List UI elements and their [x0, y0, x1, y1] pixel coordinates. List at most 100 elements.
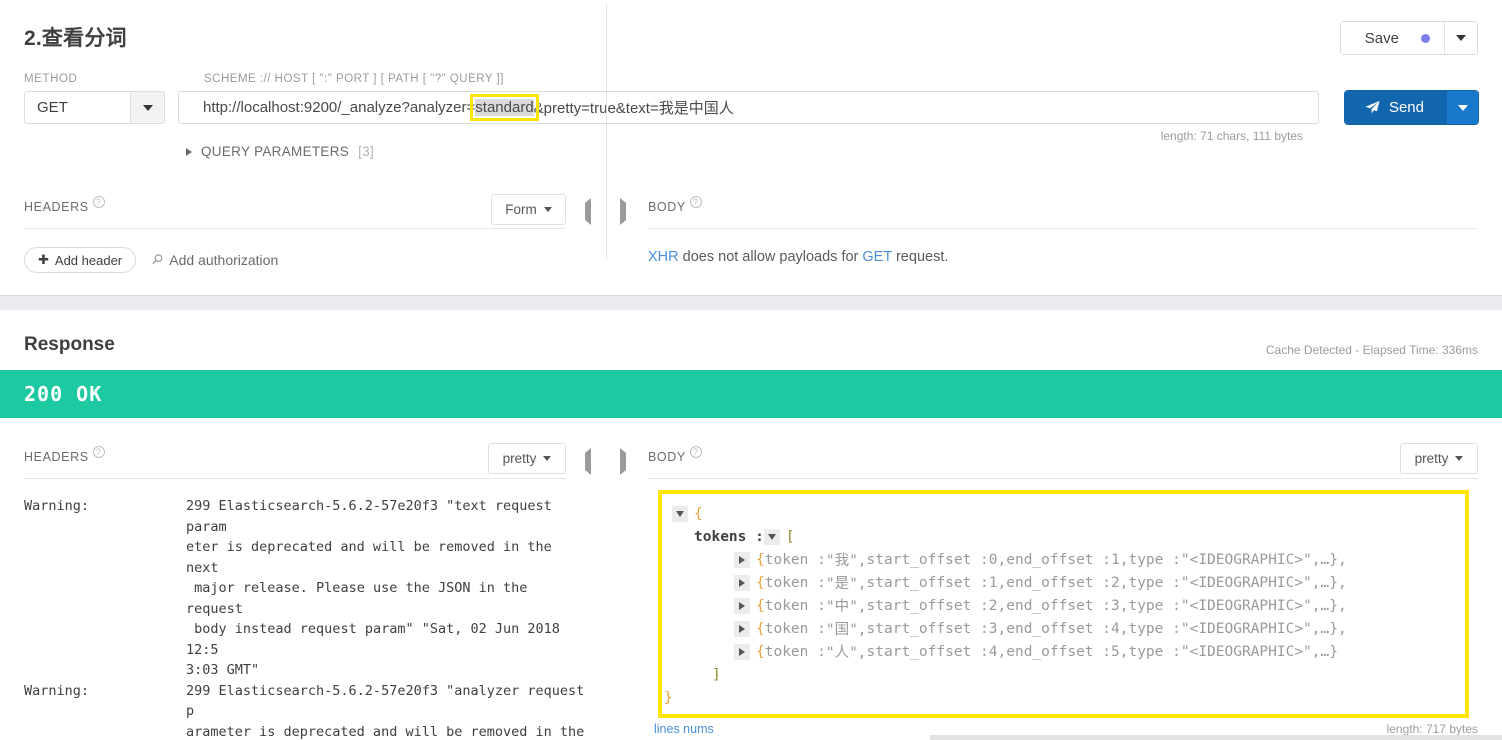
- caret-right-icon: [739, 624, 745, 633]
- status-badge: 200 OK: [24, 382, 103, 406]
- json-object-brace: {: [756, 597, 765, 614]
- table-row: Warning: 299 Elasticsearch-5.6.2-57e20f3 …: [24, 681, 590, 740]
- response-collapse-right-button[interactable]: [620, 448, 626, 475]
- lines-nums-toggle[interactable]: lines nums: [654, 722, 714, 736]
- key-icon: ⚲: [148, 249, 167, 269]
- json-object-brace: {: [756, 620, 765, 637]
- request-panel: 2.查看分词 Save METHOD SCHEME :// HOST [ ":"…: [0, 0, 1502, 296]
- url-text: http://localhost:9200/_analyze?analyzer=…: [179, 94, 734, 121]
- request-body-label: BODY ?: [648, 196, 702, 214]
- url-label: SCHEME :// HOST [ ":" PORT ] [ PATH [ "?…: [204, 73, 504, 85]
- json-close-bracket: ]: [712, 666, 721, 683]
- response-body-rule: [648, 478, 1478, 479]
- chevron-down-icon: [1456, 35, 1466, 41]
- url-input[interactable]: http://localhost:9200/_analyze?analyzer=…: [178, 91, 1319, 124]
- response-body-text: BODY: [648, 450, 686, 464]
- help-icon[interactable]: ?: [92, 446, 105, 458]
- response-collapse-left-button[interactable]: [585, 448, 591, 475]
- url-highlighted-token[interactable]: standard: [470, 94, 539, 121]
- json-end-offset-value: 4,: [1111, 620, 1129, 637]
- json-token-value: "是",: [825, 576, 867, 592]
- xhr-link[interactable]: XHR: [648, 249, 679, 265]
- chevron-right-icon: [620, 448, 626, 475]
- json-start-offset-key: start_offset :: [866, 620, 989, 637]
- response-headers-label-wrap: HEADERS ?: [24, 446, 105, 464]
- query-parameters-label: QUERY PARAMETERS: [201, 144, 350, 159]
- json-object-brace: {: [756, 643, 765, 660]
- response-body-length: length: 717 bytes: [1386, 722, 1478, 736]
- collapse-right-pane-button[interactable]: [620, 198, 626, 225]
- response-headers-text: HEADERS: [24, 450, 89, 464]
- save-dropdown-button[interactable]: [1445, 22, 1477, 54]
- json-token-value: "中",: [825, 599, 867, 615]
- add-authorization-label: Add authorization: [169, 251, 279, 268]
- collapse-toggle-icon[interactable]: [672, 505, 688, 522]
- request-body-label-wrap: BODY ?: [648, 196, 702, 214]
- chevron-down-icon: [543, 456, 552, 461]
- xhr-note: XHR does not allow payloads for GET requ…: [648, 249, 948, 265]
- caret-right-icon: [739, 578, 745, 587]
- expand-toggle-icon[interactable]: [734, 597, 750, 614]
- response-body-format-select[interactable]: pretty: [1400, 443, 1478, 474]
- request-headers-rule: [24, 228, 566, 229]
- help-icon[interactable]: ?: [689, 446, 702, 458]
- url-after: &pretty=true&text=我是中国人: [533, 100, 734, 117]
- send-dropdown-button[interactable]: [1446, 91, 1478, 124]
- response-body-format-value: pretty: [1414, 451, 1449, 466]
- json-line: ]: [672, 663, 1465, 686]
- send-button[interactable]: Send: [1344, 91, 1446, 124]
- expand-toggle-icon[interactable]: [734, 643, 750, 660]
- chevron-down-icon: [1457, 104, 1468, 111]
- get-link[interactable]: GET: [862, 249, 892, 265]
- response-headers-format-select[interactable]: pretty: [488, 443, 566, 474]
- json-open-brace: {: [694, 505, 703, 522]
- response-headers-label: HEADERS ?: [24, 446, 105, 464]
- json-start-offset-value: 0,: [988, 551, 1007, 568]
- json-token-value: "我",: [825, 553, 867, 569]
- json-type-value: "<IDEOGRAPHIC>",…},: [1180, 620, 1347, 637]
- expand-toggle-icon[interactable]: [734, 620, 750, 637]
- query-parameters-toggle[interactable]: QUERY PARAMETERS [3]: [186, 144, 374, 159]
- json-line: { token : "我", start_offset : 0, end_off…: [672, 548, 1465, 571]
- app-root: 2.查看分词 Save METHOD SCHEME :// HOST [ ":"…: [0, 0, 1502, 740]
- save-button[interactable]: Save: [1340, 22, 1445, 54]
- request-headers-label: HEADERS ?: [24, 196, 105, 214]
- xhr-note-mid: does not allow payloads for: [678, 249, 863, 265]
- request-body-rule: [648, 228, 1478, 229]
- json-key-tokens: tokens :: [694, 528, 764, 545]
- response-body-json-viewer[interactable]: {tokens : [{ token : "我", start_offset :…: [658, 490, 1469, 718]
- collapse-left-pane-button[interactable]: [585, 198, 591, 225]
- json-start-offset-key: start_offset :: [866, 643, 989, 660]
- page-title: 2.查看分词: [24, 27, 127, 50]
- collapse-toggle-icon[interactable]: [763, 528, 780, 545]
- add-header-button[interactable]: ✚ Add header: [24, 247, 137, 273]
- send-split-button[interactable]: Send: [1344, 91, 1478, 124]
- json-end-offset-key: end_offset :: [1006, 620, 1111, 637]
- header-value: 299 Elasticsearch-5.6.2-57e20f3 "text re…: [186, 498, 560, 678]
- response-headers-rule: [24, 478, 566, 479]
- header-key: Warning:: [24, 682, 90, 699]
- json-end-offset-key: end_offset :: [1006, 643, 1111, 660]
- expand-toggle-icon[interactable]: [734, 574, 750, 591]
- method-label: METHOD: [24, 73, 78, 85]
- save-label: Save: [1364, 29, 1399, 47]
- horizontal-scrollbar[interactable]: [930, 735, 1502, 740]
- help-icon[interactable]: ?: [689, 196, 702, 208]
- json-type-key: type :: [1128, 551, 1181, 568]
- query-parameters-count: [3]: [358, 144, 375, 159]
- method-select[interactable]: GET: [24, 91, 165, 124]
- request-headers-format-select[interactable]: Form: [491, 194, 566, 225]
- chevron-right-icon: [186, 147, 192, 156]
- expand-toggle-icon[interactable]: [734, 551, 750, 568]
- save-split-button[interactable]: Save: [1339, 21, 1478, 55]
- json-start-offset-key: start_offset :: [866, 574, 989, 591]
- add-authorization-button[interactable]: ⚲ Add authorization: [148, 250, 279, 269]
- help-icon[interactable]: ?: [92, 196, 105, 208]
- url-before: http://localhost:9200/_analyze?analyzer=: [203, 99, 476, 116]
- json-token-key: token :: [764, 574, 826, 591]
- json-object-brace: {: [756, 551, 765, 568]
- method-dropdown-button[interactable]: [130, 92, 164, 123]
- json-start-offset-key: start_offset :: [866, 597, 989, 614]
- json-token-value: "人",: [825, 645, 867, 661]
- response-status-bar: 200 OK: [0, 370, 1502, 418]
